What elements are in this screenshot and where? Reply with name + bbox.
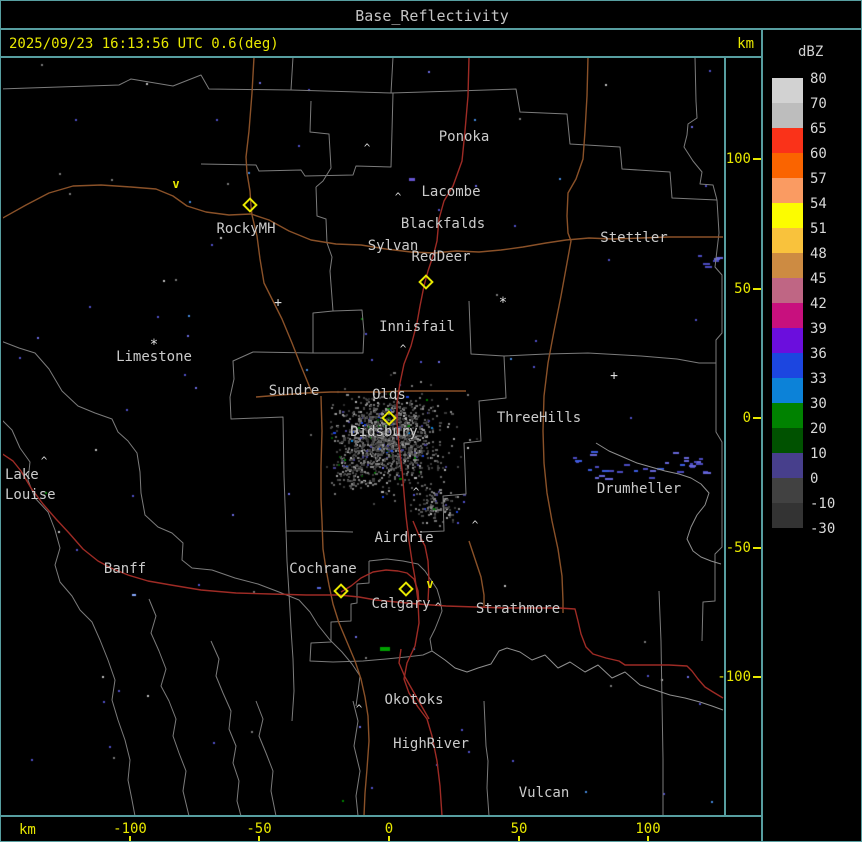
river-line xyxy=(432,648,723,710)
county-boundary-line xyxy=(149,599,189,816)
caret-marker: ^ xyxy=(400,344,407,355)
county-boundary-line xyxy=(211,641,241,816)
highway-red-line xyxy=(418,604,723,698)
county-boundary-line xyxy=(504,353,716,363)
map-overlay-lines xyxy=(1,1,862,842)
city-label: Drumheller xyxy=(597,482,681,496)
city-label: RedDeer xyxy=(411,250,470,264)
city-label: Airdrie xyxy=(374,531,433,545)
asterisk-marker: * xyxy=(150,338,158,352)
city-label: ThreeHills xyxy=(497,411,581,425)
city-label: Blackfalds xyxy=(401,217,485,231)
city-label: Sundre xyxy=(269,384,320,398)
city-label: Innisfail xyxy=(379,320,455,334)
highway-red-line xyxy=(399,649,429,719)
asterisk-marker: * xyxy=(499,296,507,310)
radar-app-window: Base_Reflectivity 2025/09/23 16:13:56 UT… xyxy=(0,0,862,842)
city-label: Ponoka xyxy=(439,130,490,144)
city-label: Lake xyxy=(5,468,39,482)
county-boundary-line xyxy=(659,591,663,815)
highway-brown-line xyxy=(321,396,369,816)
highway-brown-line xyxy=(434,237,723,253)
city-label: Stettler xyxy=(600,231,667,245)
plus-marker: + xyxy=(610,370,618,383)
county-boundary-line xyxy=(230,397,294,721)
highway-red-line xyxy=(1,453,418,604)
city-label: Olds xyxy=(372,388,406,402)
highway-brown-line xyxy=(543,57,588,613)
county-boundary-line xyxy=(310,101,331,187)
caret-marker: ^ xyxy=(356,704,363,715)
city-label: RockyMH xyxy=(216,222,275,236)
city-label: Banff xyxy=(104,562,146,576)
county-boundary-line xyxy=(684,57,717,200)
caret-marker: ^ xyxy=(41,456,48,467)
city-label: Cochrane xyxy=(289,562,356,576)
vee-marker: v xyxy=(426,578,433,590)
county-boundary-line xyxy=(702,200,722,641)
city-label: Okotoks xyxy=(384,693,443,707)
caret-marker: ^ xyxy=(395,192,402,203)
county-boundary-line xyxy=(313,310,364,353)
caret-marker: ^ xyxy=(435,602,442,613)
county-boundary-line xyxy=(286,531,353,532)
city-label: Vulcan xyxy=(519,786,570,800)
county-boundary-line xyxy=(484,701,489,816)
vee-marker: v xyxy=(172,178,179,190)
plus-marker: + xyxy=(274,297,282,310)
highway-brown-line xyxy=(469,541,484,608)
city-label: HighRiver xyxy=(393,737,469,751)
county-boundary-line xyxy=(353,701,360,816)
county-boundary-line xyxy=(201,93,393,176)
county-boundary-line xyxy=(1,57,293,90)
county-boundary-line xyxy=(421,301,506,532)
county-boundary-line xyxy=(230,187,333,397)
caret-marker: ^ xyxy=(364,143,371,154)
caret-marker: ^ xyxy=(472,520,479,531)
city-label: Lacombe xyxy=(421,185,480,199)
city-label: Didsbury xyxy=(350,425,417,439)
city-label: Calgary xyxy=(371,597,430,611)
city-label: Strathmore xyxy=(476,602,560,616)
river-line xyxy=(596,443,721,564)
city-label: Louise xyxy=(5,488,56,502)
county-boundary-line xyxy=(291,57,393,93)
caret-marker: ^ xyxy=(413,487,420,498)
county-boundary-line xyxy=(256,701,276,816)
